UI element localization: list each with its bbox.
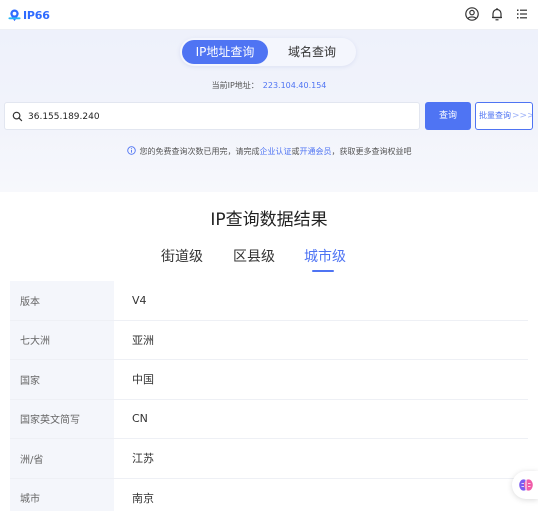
row-label: 城市 — [10, 478, 114, 511]
batch-query-label: 批量查询 — [479, 111, 511, 120]
search-icon — [12, 111, 23, 122]
open-membership-link[interactable]: 开通会员 — [300, 147, 332, 156]
tab-city-level[interactable]: 城市级 — [304, 246, 346, 266]
row-value: 亚洲 — [132, 333, 154, 347]
menu-list-icon[interactable] — [514, 6, 530, 22]
row-label: 国家 — [10, 360, 114, 399]
brain-icon — [519, 479, 533, 491]
ip-search-input[interactable] — [28, 107, 408, 126]
result-title: IP查询数据结果 — [210, 210, 328, 230]
table-row: 国家英文简写 CN — [10, 399, 528, 439]
logo-icon — [8, 8, 21, 21]
current-ip-label: 当前IP地址： — [211, 81, 259, 90]
row-value: 江苏 — [132, 452, 154, 466]
bell-icon[interactable] — [489, 6, 505, 22]
row-label: 版本 — [10, 281, 114, 320]
result-table: 版本 V4 七大洲 亚洲 国家 中国 国家英文简写 CN 洲/省 江苏 城市 南… — [10, 281, 528, 511]
search-box — [4, 102, 420, 130]
top-bar: IP66 — [0, 0, 538, 30]
notice-text-3: ，获取更多查询权益吧 — [331, 147, 412, 156]
tab-ip-lookup[interactable]: IP地址查询 — [182, 40, 268, 64]
floating-assistant-button[interactable] — [512, 471, 538, 499]
row-label: 七大洲 — [10, 320, 114, 359]
row-value: V4 — [132, 293, 147, 307]
chevrons-right-icon: >>> — [512, 111, 533, 121]
row-value: 中国 — [132, 373, 154, 387]
query-button[interactable]: 查询 — [425, 102, 471, 130]
row-label: 国家英文简写 — [10, 399, 114, 438]
row-label: 洲/省 — [10, 439, 114, 478]
quota-notice: 您的免费查询次数已用完，请完成企业认证或开通会员，获取更多查询权益吧 — [0, 146, 538, 157]
table-row: 七大洲 亚洲 — [10, 320, 528, 360]
logo[interactable]: IP66 — [8, 7, 50, 23]
info-icon — [126, 146, 136, 155]
level-tabs: 街道级 区县级 城市级 — [0, 246, 538, 276]
notice-text-1: 您的免费查询次数已用完，请完成 — [139, 147, 260, 156]
table-row: 城市 南京 — [10, 478, 528, 511]
tab-district-level[interactable]: 区县级 — [233, 246, 275, 266]
row-value: CN — [132, 412, 148, 426]
table-row: 国家 中国 — [10, 360, 528, 400]
tab-domain-lookup[interactable]: 域名查询 — [272, 40, 352, 64]
enterprise-auth-link[interactable]: 企业认证 — [260, 147, 292, 156]
batch-query-button[interactable]: 批量查询>>> — [475, 102, 533, 130]
table-row: 版本 V4 — [10, 281, 528, 321]
notice-text-2: 或 — [291, 147, 300, 156]
search-type-tabs: IP地址查询 域名查询 — [180, 38, 356, 66]
current-ip-value: 223.104.40.154 — [262, 81, 327, 90]
table-row: 洲/省 江苏 — [10, 439, 528, 479]
current-ip: 当前IP地址： 223.104.40.154 — [0, 80, 538, 91]
active-tab-indicator — [312, 270, 334, 272]
logo-text: IP66 — [23, 8, 50, 22]
tab-street-level[interactable]: 街道级 — [161, 246, 203, 266]
row-value: 南京 — [132, 491, 154, 505]
user-circle-icon[interactable] — [464, 6, 480, 22]
